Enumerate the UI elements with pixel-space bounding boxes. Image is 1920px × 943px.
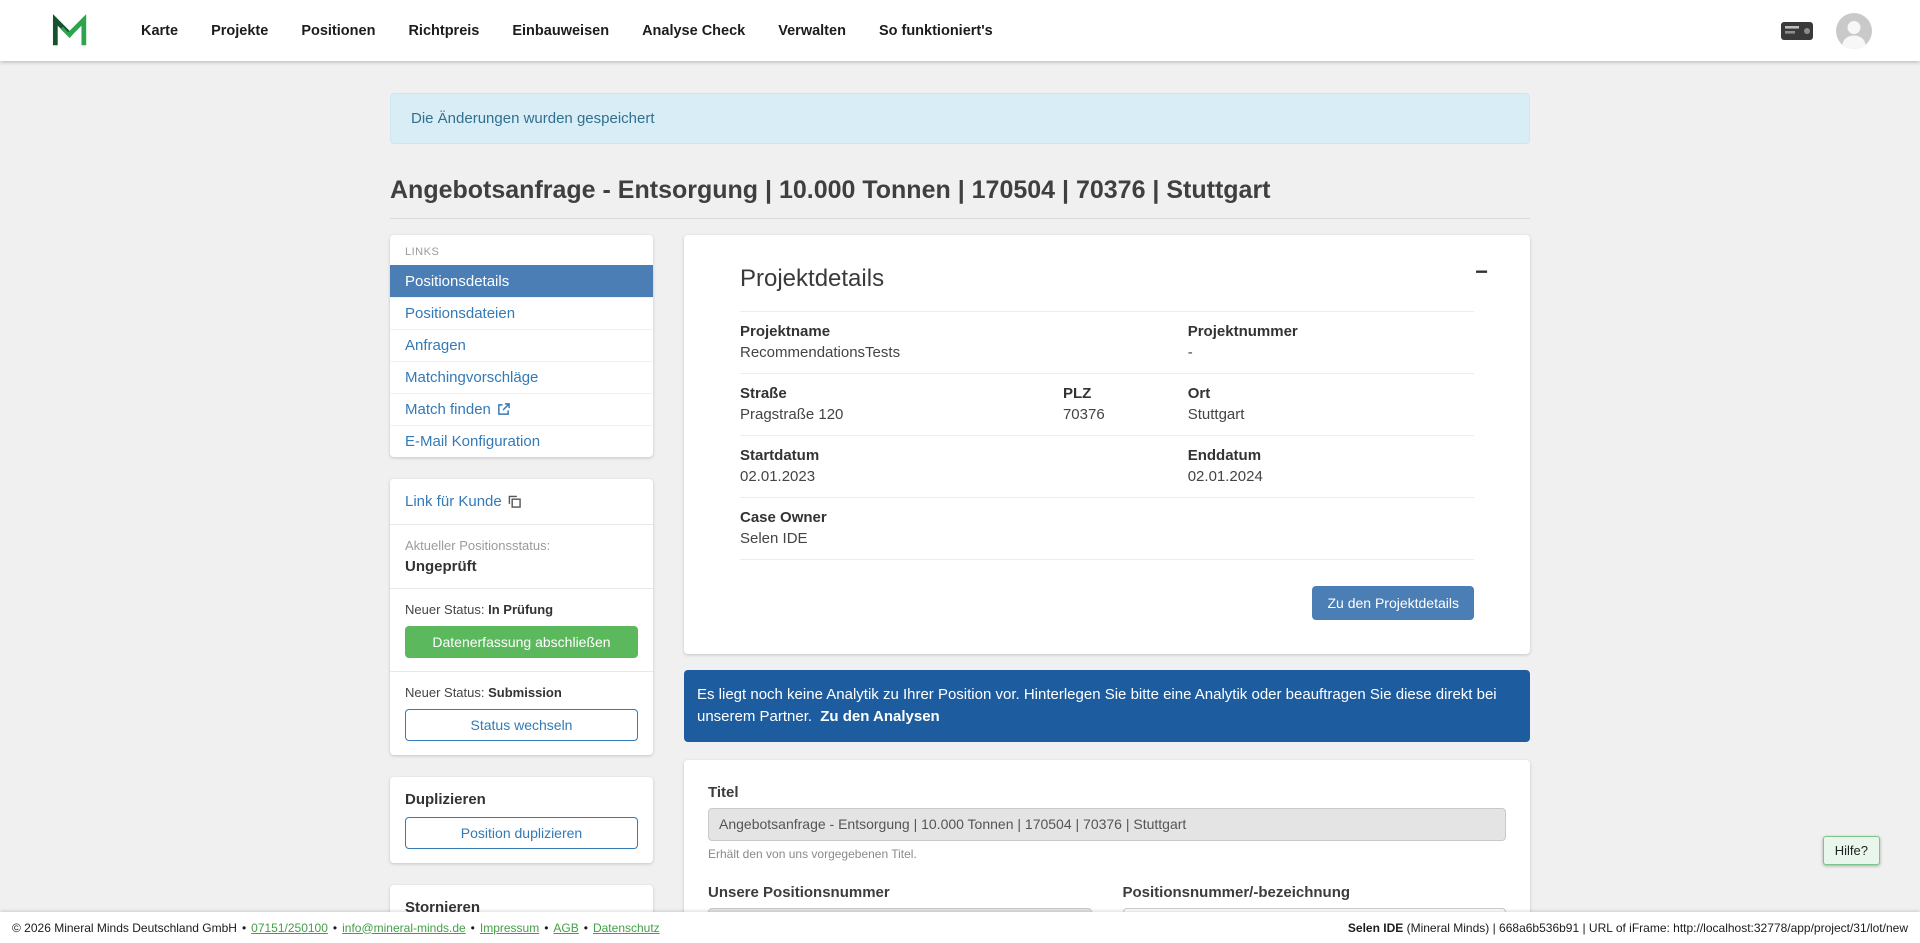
brand-logo[interactable] <box>49 11 89 51</box>
nav-item-einbauweisen[interactable]: Einbauweisen <box>512 23 609 39</box>
sidebar-item-label: E-Mail Konfiguration <box>405 433 540 450</box>
nav-item-so-funktionierts[interactable]: So funktioniert's <box>879 23 993 39</box>
sidebar-item-label: Matchingvorschläge <box>405 369 538 386</box>
titel-help: Erhält den von uns vorgegebenen Titel. <box>708 847 1506 861</box>
startdatum-value: 02.01.2023 <box>740 468 1063 485</box>
collapse-icon[interactable]: − <box>1475 261 1488 283</box>
external-link-icon <box>497 403 510 416</box>
project-row: Projektname RecommendationsTests Projekt… <box>740 311 1474 374</box>
footer-copyright: © 2026 Mineral Minds Deutschland GmbH <box>12 921 237 935</box>
footer-session-info: Selen IDE (Mineral Minds) | 668a6b536b91… <box>1348 921 1908 935</box>
analytics-banner-link[interactable]: Zu den Analysen <box>820 708 939 725</box>
project-row: Straße Pragstraße 120 PLZ 70376 Ort Stut… <box>740 374 1474 436</box>
top-navbar: Karte Projekte Positionen Richtpreis Ein… <box>0 0 1920 61</box>
user-avatar-icon[interactable] <box>1836 13 1872 49</box>
footer-meta: (Mineral Minds) | 668a6b536b91 | URL of … <box>1403 921 1908 935</box>
customer-link-label: Link für Kunde <box>405 493 502 510</box>
project-details-button[interactable]: Zu den Projektdetails <box>1312 586 1474 620</box>
footer-left: © 2026 Mineral Minds Deutschland GmbH • … <box>12 921 660 935</box>
projektnummer-label: Projektnummer <box>1188 323 1474 340</box>
main-nav: Karte Projekte Positionen Richtpreis Ein… <box>141 23 993 39</box>
footer-phone-link[interactable]: 07151/250100 <box>251 921 328 935</box>
strasse-value: Pragstraße 120 <box>740 406 1063 423</box>
analytics-banner-text: Es liegt noch keine Analytik zu Ihrer Po… <box>697 686 1497 725</box>
new-status-line-1: Neuer Status: In Prüfung <box>405 602 638 617</box>
divider <box>390 524 653 525</box>
content-viewport: Die Änderungen wurden gespeichert Angebo… <box>0 61 1920 912</box>
customer-link[interactable]: Link für Kunde <box>405 493 521 510</box>
duplicate-title: Duplizieren <box>405 791 638 808</box>
server-icon[interactable] <box>1780 21 1814 41</box>
titel-input[interactable] <box>708 808 1506 841</box>
cancel-card: Stornieren Stornieren▾ <box>390 885 653 912</box>
complete-data-entry-button[interactable]: Datenerfassung abschließen <box>405 626 638 658</box>
titel-label: Titel <box>708 784 1506 801</box>
mineral-minds-logo-icon <box>49 12 87 50</box>
duplicate-position-button[interactable]: Position duplizieren <box>405 817 638 849</box>
nav-item-karte[interactable]: Karte <box>141 23 178 39</box>
duplicate-card: Duplizieren Position duplizieren <box>390 777 653 863</box>
switch-status-button[interactable]: Status wechseln <box>405 709 638 741</box>
case-owner-label: Case Owner <box>740 509 1063 526</box>
projektnummer-value: - <box>1188 344 1474 361</box>
divider <box>390 588 653 589</box>
sidebar-item-positionsdateien[interactable]: Positionsdateien <box>390 297 653 329</box>
page-title: Angebotsanfrage - Entsorgung | 10.000 To… <box>390 176 1530 205</box>
footer-impressum-link[interactable]: Impressum <box>480 921 539 935</box>
projektname-label: Projektname <box>740 323 1063 340</box>
nav-item-richtpreis[interactable]: Richtpreis <box>408 23 479 39</box>
plz-label: PLZ <box>1063 385 1188 402</box>
position-form-card: Titel Erhält den von uns vorgegebenen Ti… <box>684 760 1530 913</box>
ort-label: Ort <box>1188 385 1474 402</box>
title-divider <box>390 218 1530 219</box>
footer-datenschutz-link[interactable]: Datenschutz <box>593 921 660 935</box>
current-status-value: Ungeprüft <box>405 558 638 575</box>
help-button[interactable]: Hilfe? <box>1823 836 1880 865</box>
sidebar-item-label: Match finden <box>405 401 491 418</box>
case-owner-value: Selen IDE <box>740 530 1063 547</box>
strasse-label: Straße <box>740 385 1063 402</box>
sidebar-links-header: LINKS <box>390 235 653 265</box>
sidebar-item-email-konfiguration[interactable]: E-Mail Konfiguration <box>390 425 653 457</box>
nav-item-analyse-check[interactable]: Analyse Check <box>642 23 745 39</box>
custom-nummer-label: Positionsnummer/-bezeichnung <box>1123 884 1507 901</box>
nav-item-verwalten[interactable]: Verwalten <box>778 23 846 39</box>
sidebar-item-label: Anfragen <box>405 337 466 354</box>
footer: © 2026 Mineral Minds Deutschland GmbH • … <box>0 912 1920 943</box>
plz-value: 70376 <box>1063 406 1188 423</box>
sidebar-item-positionsdetails[interactable]: Positionsdetails <box>390 265 653 297</box>
positionsnummer-label: Unsere Positionsnummer <box>708 884 1092 901</box>
sidebar-item-label: Positionsdateien <box>405 305 515 322</box>
new-status-line-2: Neuer Status: Submission <box>405 685 638 700</box>
sidebar-item-match-finden[interactable]: Match finden <box>390 393 653 425</box>
saved-alert: Die Änderungen wurden gespeichert <box>390 93 1530 144</box>
sidebar-links-card: LINKS Positionsdetails Positionsdateien … <box>390 235 653 457</box>
sidebar-item-matchingvorschlaege[interactable]: Matchingvorschläge <box>390 361 653 393</box>
current-status-label: Aktueller Positionsstatus: <box>405 538 638 553</box>
nav-item-projekte[interactable]: Projekte <box>211 23 268 39</box>
enddatum-label: Enddatum <box>1188 447 1474 464</box>
sidebar-item-label: Positionsdetails <box>405 273 509 290</box>
divider <box>390 671 653 672</box>
footer-agb-link[interactable]: AGB <box>553 921 578 935</box>
project-details-title: Projektdetails <box>740 265 1474 293</box>
project-details-card: Projektdetails − Projektname Recommendat… <box>684 235 1530 654</box>
projektname-value: RecommendationsTests <box>740 344 1063 361</box>
footer-user: Selen IDE <box>1348 921 1403 935</box>
status-card: Link für Kunde Aktueller Positionsstatus… <box>390 479 653 755</box>
footer-email-link[interactable]: info@mineral-minds.de <box>342 921 466 935</box>
copy-icon <box>508 495 521 508</box>
cancel-title: Stornieren <box>405 899 638 912</box>
enddatum-value: 02.01.2024 <box>1188 468 1474 485</box>
project-row: Startdatum 02.01.2023 Enddatum 02.01.202… <box>740 436 1474 498</box>
startdatum-label: Startdatum <box>740 447 1063 464</box>
main-content: Projektdetails − Projektname Recommendat… <box>684 235 1530 912</box>
saved-alert-text: Die Änderungen wurden gespeichert <box>411 110 655 127</box>
analytics-banner: Es liegt noch keine Analytik zu Ihrer Po… <box>684 670 1530 742</box>
project-row: Case Owner Selen IDE <box>740 498 1474 560</box>
sidebar-item-anfragen[interactable]: Anfragen <box>390 329 653 361</box>
nav-item-positionen[interactable]: Positionen <box>301 23 375 39</box>
sidebar: LINKS Positionsdetails Positionsdateien … <box>390 235 653 912</box>
ort-value: Stuttgart <box>1188 406 1474 423</box>
